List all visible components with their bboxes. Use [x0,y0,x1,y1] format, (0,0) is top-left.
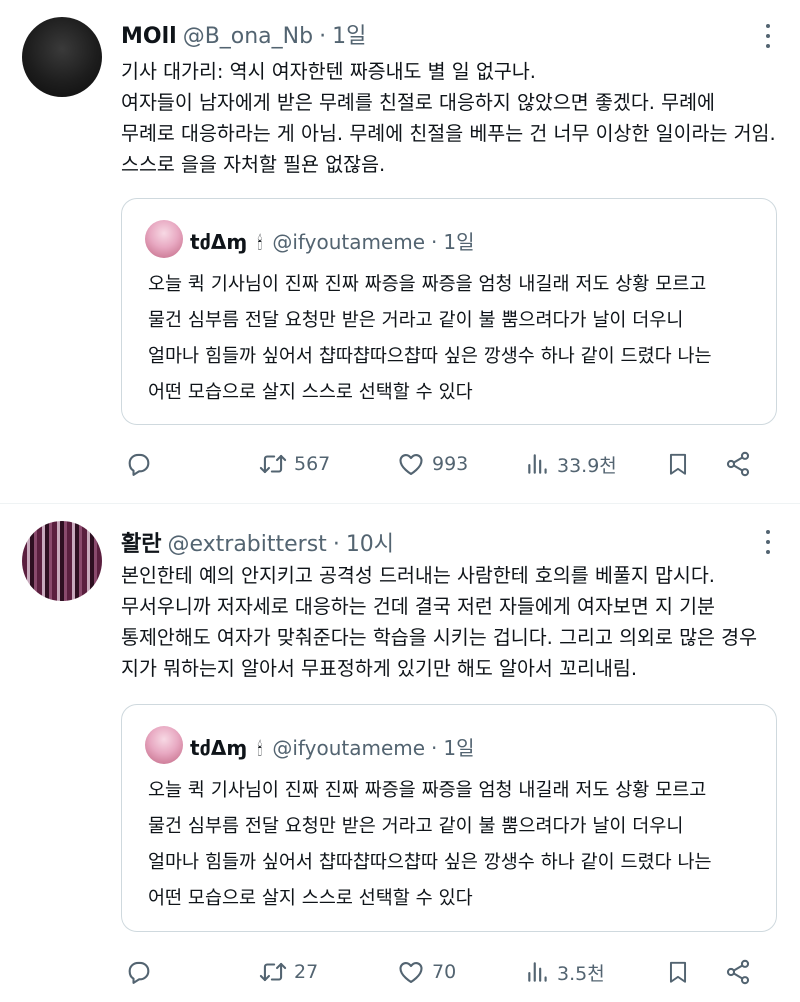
tweet-header: 활란 @extrabitterst · 10시 [121,526,394,558]
candle-icon: 🕯 [257,739,263,760]
reply-icon [128,961,150,984]
retweet-button[interactable]: 567 [258,446,330,482]
quoted-text: 오늘 퀵 기사님이 진짜 진짜 짜증을 짜증을 엄청 내길래 저도 상황 모르고… [148,773,712,917]
bookmark-button[interactable] [665,446,691,482]
quoted-text-line: 어떤 모습으로 살지 스스로 선택할 수 있다 [148,382,473,403]
tweet-text-line: 본인한테 예의 안지키고 공격성 드러내는 사람한테 호의를 베풀지 맙시다. [121,564,715,587]
quoted-text-line: 얼마나 힘들까 싶어서 챱따챱따으챱따 싶은 깡생수 하나 같이 드렸다 나는 [148,852,712,873]
retweet-icon [259,962,287,982]
tweet-header: MOll @B_ona_Nb · 1일 [121,18,366,50]
bookmark-icon [669,453,687,475]
like-button[interactable]: 70 [396,954,456,990]
timestamp[interactable]: 10시 [346,526,394,558]
views-button[interactable]: 33.9천 [525,446,617,482]
views-icon [528,454,547,474]
quoted-text-line: 물건 심부름 전달 요청만 받은 거라고 같이 불 뿜으려다가 날이 더우니 [148,310,684,331]
avatar[interactable] [22,521,102,601]
share-button[interactable] [724,954,752,990]
views-icon [528,962,547,982]
display-name[interactable]: MOll [121,24,177,49]
quoted-text-line: 오늘 퀵 기사님이 진짜 진짜 짜증을 짜증을 엄청 내길래 저도 상황 모르고 [148,780,707,801]
tweet-text-line: 기사 대가리: 역시 여자한텐 짜증내도 별 일 없구나. [121,60,536,83]
views-button[interactable]: 3.5천 [525,954,605,990]
separator-dot: · [431,736,438,760]
more-icon[interactable] [758,530,778,554]
views-count: 33.9천 [557,454,617,477]
like-button[interactable]: 993 [396,446,468,482]
quoted-handle: @ifyoutameme [272,230,426,254]
separator-dot: · [332,532,340,557]
quoted-avatar [145,726,183,764]
share-icon [726,959,750,985]
share-icon [726,451,750,477]
retweet-button[interactable]: 27 [258,954,318,990]
reply-button[interactable] [125,446,153,482]
tweet-text-line: 무서우니까 저자세로 대응하는 건데 결국 저런 자들에게 여자보면 지 기분 [121,595,715,618]
bookmark-button[interactable] [665,954,691,990]
reply-icon [128,453,150,476]
quoted-display-name: tძΔɱ [190,230,248,254]
separator-dot: · [319,24,327,49]
retweet-count: 27 [294,961,319,983]
tweet-text-line: 여자들이 남자에게 받은 무례를 친절로 대응하지 않았으면 좋겠다. 무례에 [121,91,715,114]
reply-button[interactable] [125,954,153,990]
quoted-text-line: 물건 심부름 전달 요청만 받은 거라고 같이 불 뿜으려다가 날이 더우니 [148,816,684,837]
quoted-text-line: 얼마나 힘들까 싶어서 챱따챱따으챱따 싶은 깡생수 하나 같이 드렸다 나는 [148,346,712,367]
separator-dot: · [431,230,438,254]
quoted-tweet[interactable]: tძΔɱ 🕯 @ifyoutameme · 1일 오늘 퀵 기사님이 진짜 진짜… [121,704,777,932]
tweet[interactable]: MOll @B_ona_Nb · 1일 기사 대가리: 역시 여자한텐 짜증내도… [0,0,800,503]
retweet-count: 567 [294,453,331,475]
handle[interactable]: @extrabitterst [167,532,326,557]
quoted-display-name: tძΔɱ [190,736,248,760]
quoted-avatar [145,220,183,258]
handle[interactable]: @B_ona_Nb [183,24,313,49]
timestamp[interactable]: 1일 [332,18,366,50]
tweet-text: 기사 대가리: 역시 여자한텐 짜증내도 별 일 없구나. 여자들이 남자에게 … [121,56,781,180]
like-count: 993 [432,453,469,475]
quoted-text-line: 오늘 퀵 기사님이 진짜 진짜 짜증을 짜증을 엄청 내길래 저도 상황 모르고 [148,274,707,295]
display-name[interactable]: 활란 [121,526,161,558]
like-icon [399,453,423,475]
quoted-timestamp: 1일 [443,736,475,760]
quoted-text: 오늘 퀵 기사님이 진짜 진짜 짜증을 짜증을 엄청 내길래 저도 상황 모르고… [148,267,712,411]
tweet[interactable]: 활란 @extrabitterst · 10시 본인한테 예의 안지키고 공격성… [0,504,800,1002]
quoted-header: tძΔɱ 🕯 @ifyoutameme · 1일 [190,732,475,761]
bookmark-icon [669,961,687,983]
like-icon [399,961,423,983]
tweet-text-line: 지가 뭐하는지 알아서 무표정하게 있기만 해도 알아서 꼬리내림. [121,657,638,680]
tweet-text: 본인한테 예의 안지키고 공격성 드러내는 사람한테 호의를 베풀지 맙시다. … [121,560,781,684]
quoted-header: tძΔɱ 🕯 @ifyoutameme · 1일 [190,226,475,255]
quoted-timestamp: 1일 [443,230,475,254]
candle-icon: 🕯 [257,233,263,254]
tweet-text-line: 스스로 을을 자처할 필욘 없잖음. [121,153,386,176]
retweet-icon [259,454,287,474]
action-bar: 567 993 33.9천 [121,446,781,482]
views-count: 3.5천 [557,962,605,985]
tweet-text-line: 통제안해도 여자가 맞춰준다는 학습을 시키는 겁니다. 그리고 의외로 많은 … [121,626,758,649]
action-bar: 27 70 3.5천 [121,954,781,990]
like-count: 70 [432,961,457,983]
quoted-text-line: 어떤 모습으로 살지 스스로 선택할 수 있다 [148,888,473,909]
avatar[interactable] [22,17,102,97]
quoted-handle: @ifyoutameme [272,736,426,760]
quoted-tweet[interactable]: tძΔɱ 🕯 @ifyoutameme · 1일 오늘 퀵 기사님이 진짜 진짜… [121,198,777,425]
tweet-text-line: 무례로 대응하라는 게 아님. 무례에 친절을 베푸는 건 너무 이상한 일이라… [121,122,776,145]
more-icon[interactable] [758,24,778,48]
share-button[interactable] [724,446,752,482]
